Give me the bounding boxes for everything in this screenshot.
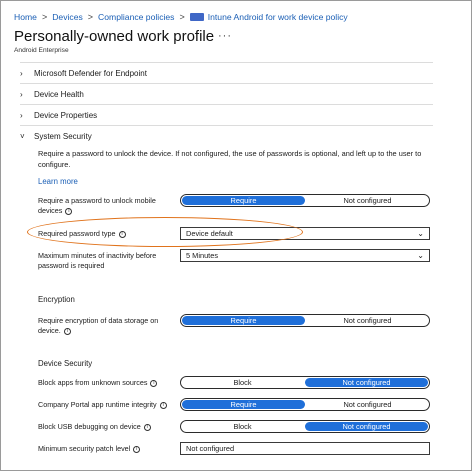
portal-integrity-label: Company Portal app runtime integrity i — [38, 400, 183, 410]
portal-integrity-text: Company Portal app runtime integrity — [38, 400, 157, 409]
require-password-toggle[interactable]: Require Not configured — [180, 194, 430, 207]
section-device-health[interactable]: › Device Health — [20, 83, 433, 104]
system-security-description: Require a password to unlock the device.… — [38, 149, 422, 169]
usb-debugging-text: Block USB debugging on device — [38, 422, 141, 431]
inactivity-label: Maximum minutes of inactivity before pas… — [38, 251, 178, 271]
inactivity-text: Maximum minutes of inactivity before pas… — [38, 251, 157, 270]
inactivity-select[interactable]: 5 Minutes ⌄ — [180, 249, 430, 262]
usb-debugging-label: Block USB debugging on device i — [38, 422, 183, 432]
breadcrumb-home[interactable]: Home — [14, 12, 37, 22]
chevron-right-icon: › — [20, 89, 23, 99]
breadcrumb-policy[interactable]: Intune Android for work device policy — [208, 12, 348, 22]
toggle-option-not-configured[interactable]: Not configured — [305, 378, 428, 387]
policy-icon — [189, 13, 204, 21]
toggle-option-require[interactable]: Require — [182, 400, 305, 409]
encryption-heading: Encryption — [38, 295, 75, 304]
unknown-sources-label: Block apps from unknown sources i — [38, 378, 183, 388]
breadcrumb-separator: > — [87, 12, 94, 22]
chevron-down-icon: ⌄ — [417, 229, 424, 238]
toggle-option-not-configured[interactable]: Not configured — [306, 315, 429, 326]
chevron-right-icon: › — [20, 110, 23, 120]
toggle-option-block[interactable]: Block — [181, 421, 304, 432]
learn-more-link[interactable]: Learn more — [38, 177, 78, 186]
page-subtitle: Android Enterprise — [14, 47, 69, 54]
select-value: 5 Minutes — [186, 251, 219, 260]
usb-debugging-toggle[interactable]: Block Not configured — [180, 420, 430, 433]
encryption-label: Require encryption of data storage on de… — [38, 316, 178, 336]
input-value: Not configured — [186, 444, 235, 453]
require-password-label: Require a password to unlock mobile devi… — [38, 196, 178, 216]
info-icon[interactable]: i — [150, 379, 158, 387]
page-title: Personally-owned work profile — [14, 28, 215, 45]
info-icon[interactable]: i — [133, 445, 141, 453]
chevron-down-icon: ˅ — [20, 131, 25, 141]
info-icon[interactable]: i — [65, 207, 73, 215]
section-device-properties[interactable]: › Device Properties — [20, 104, 433, 125]
info-icon[interactable]: i — [63, 327, 71, 335]
breadcrumb-separator: > — [179, 12, 185, 22]
section-label: Device Health — [34, 89, 84, 99]
toggle-option-not-configured[interactable]: Not configured — [306, 195, 429, 206]
toggle-option-not-configured[interactable]: Not configured — [305, 422, 428, 431]
section-system-security[interactable]: ˅ System Security — [20, 125, 433, 146]
breadcrumb-compliance-policies[interactable]: Compliance policies — [98, 12, 174, 22]
device-security-heading: Device Security — [38, 359, 93, 368]
unknown-sources-text: Block apps from unknown sources — [38, 378, 148, 387]
chevron-right-icon: › — [20, 68, 23, 78]
toggle-option-require[interactable]: Require — [182, 196, 305, 205]
patch-level-text: Minimum security patch level — [38, 444, 131, 453]
toggle-option-block[interactable]: Block — [181, 377, 304, 388]
breadcrumb-devices[interactable]: Devices — [52, 12, 83, 22]
encryption-text: Require encryption of data storage on de… — [38, 316, 159, 335]
info-icon[interactable]: i — [159, 401, 167, 409]
info-icon[interactable]: i — [143, 423, 151, 431]
section-label: Microsoft Defender for Endpoint — [34, 68, 147, 78]
section-label: System Security — [34, 131, 92, 141]
patch-level-input[interactable]: Not configured — [180, 442, 430, 455]
unknown-sources-toggle[interactable]: Block Not configured — [180, 376, 430, 389]
patch-level-label: Minimum security patch level i — [38, 444, 183, 454]
chevron-down-icon: ⌄ — [417, 251, 424, 260]
more-options-icon[interactable]: ··· — [218, 30, 232, 42]
section-defender[interactable]: › Microsoft Defender for Endpoint — [20, 62, 433, 83]
toggle-option-require[interactable]: Require — [182, 316, 305, 325]
toggle-option-not-configured[interactable]: Not configured — [306, 399, 429, 410]
portal-integrity-toggle[interactable]: Require Not configured — [180, 398, 430, 411]
section-label: Device Properties — [34, 110, 98, 120]
breadcrumb-separator: > — [41, 12, 48, 22]
breadcrumb: Home > Devices > Compliance policies > I… — [14, 12, 348, 22]
require-password-text: Require a password to unlock mobile devi… — [38, 196, 156, 215]
highlight-oval — [27, 217, 303, 247]
encryption-toggle[interactable]: Require Not configured — [180, 314, 430, 327]
